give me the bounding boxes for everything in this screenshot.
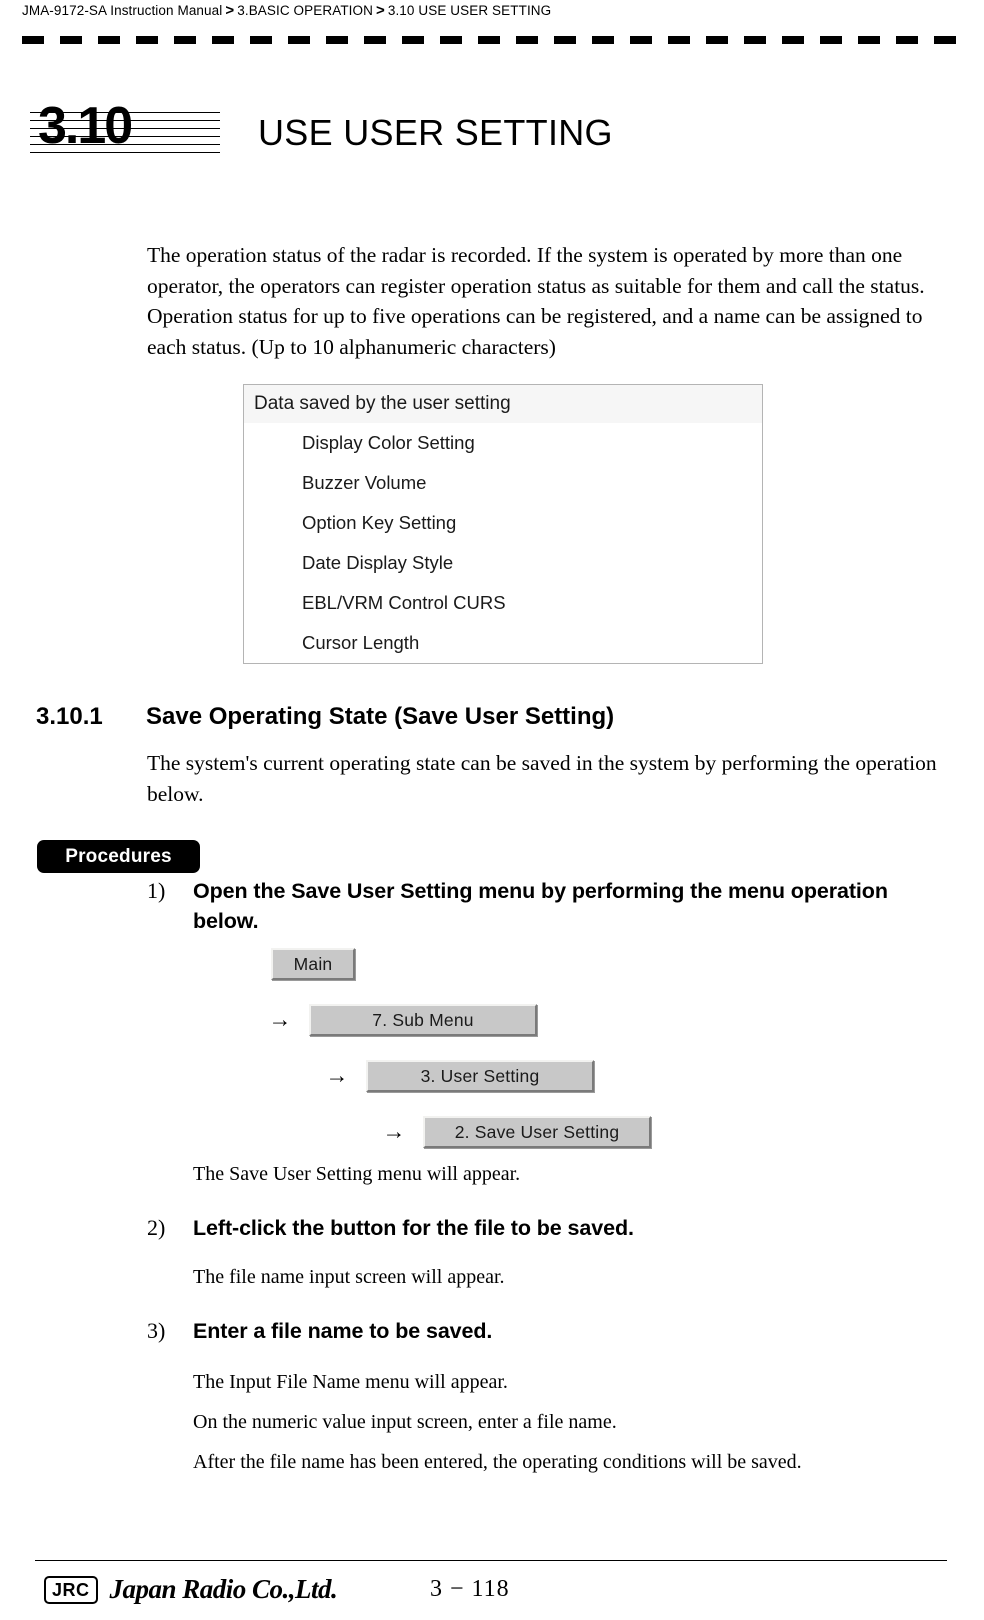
step-text: Left-click the button for the file to be… bbox=[193, 1216, 634, 1240]
menu-button-sub-menu[interactable]: 7. Sub Menu bbox=[309, 1004, 537, 1036]
table-cell-option-key-setting: Option Key Setting bbox=[243, 503, 763, 543]
procedure-step-3: 3) Enter a file name to be saved. bbox=[147, 1316, 937, 1346]
breadcrumb-chapter: 3.BASIC OPERATION bbox=[237, 3, 373, 18]
menu-flow-row-user-setting: → 3. User Setting bbox=[308, 1060, 594, 1092]
table-row: Buzzer Volume bbox=[243, 463, 763, 503]
procedure-step-2: 2) Left-click the button for the file to… bbox=[147, 1213, 937, 1243]
breadcrumb-separator-1: > bbox=[225, 2, 235, 19]
table-row: Date Display Style bbox=[243, 543, 763, 583]
step-marker: 1) bbox=[147, 878, 166, 903]
jrc-logo: JRC Japan Radio Co.,Ltd. bbox=[44, 1574, 338, 1605]
procedure-step-1: 1) Open the Save User Setting menu by pe… bbox=[147, 876, 937, 936]
table-header-cell: Data saved by the user setting bbox=[243, 384, 763, 423]
table-row: Option Key Setting bbox=[243, 503, 763, 543]
saved-data-table: Data saved by the user setting Display C… bbox=[243, 384, 763, 664]
menu-button-user-setting[interactable]: 3. User Setting bbox=[366, 1060, 594, 1092]
table-cell-date-display-style: Date Display Style bbox=[243, 543, 763, 583]
menu-button-main[interactable]: Main bbox=[271, 948, 355, 980]
page-title: USE USER SETTING bbox=[258, 112, 613, 153]
table-row: Display Color Setting bbox=[243, 423, 763, 463]
chapter-header: 3.10 USE USER SETTING bbox=[30, 97, 950, 168]
header-dashed-rule bbox=[22, 36, 968, 44]
note-after-step-1: The Save User Setting menu will appear. bbox=[193, 1163, 521, 1185]
menu-button-save-user-setting[interactable]: 2. Save User Setting bbox=[423, 1116, 651, 1148]
menu-flow-diagram: Main → 7. Sub Menu → 3. User Setting → 2. S… bbox=[193, 948, 953, 1148]
note-after-step-3-b: On the numeric value input screen, enter… bbox=[193, 1411, 617, 1433]
section-number: 3.10.1 bbox=[36, 703, 103, 730]
section-heading: 3.10.1 Save Operating State (Save User Se… bbox=[36, 700, 936, 734]
page-number: 3 − 118 bbox=[430, 1576, 510, 1602]
arrow-right-icon: → bbox=[268, 1007, 292, 1032]
menu-flow-row-sub-menu: → 7. Sub Menu bbox=[251, 1004, 537, 1036]
step-text: Open the Save User Setting menu by perfo… bbox=[193, 879, 888, 933]
procedures-badge: Procedures bbox=[37, 840, 200, 873]
table-header-row: Data saved by the user setting bbox=[243, 384, 763, 423]
table-cell-cursor-length: Cursor Length bbox=[243, 623, 763, 664]
arrow-right-icon: → bbox=[325, 1063, 349, 1088]
breadcrumb: JMA-9172-SA Instruction Manual >3.BASIC O… bbox=[22, 0, 964, 22]
table-row: EBL/VRM Control CURS bbox=[243, 583, 763, 623]
step-text: Enter a file name to be saved. bbox=[193, 1319, 493, 1343]
company-name: Japan Radio Co.,Ltd. bbox=[109, 1574, 338, 1604]
arrow-right-icon: → bbox=[382, 1119, 406, 1144]
page-footer: JRC Japan Radio Co.,Ltd. 3 − 118 bbox=[0, 1550, 984, 1620]
note-after-step-3-c: After the file name has been entered, th… bbox=[193, 1451, 802, 1473]
step-marker: 2) bbox=[147, 1215, 166, 1240]
table-cell-buzzer-volume: Buzzer Volume bbox=[243, 463, 763, 503]
section-paragraph: The system's current operating state can… bbox=[147, 751, 937, 806]
note-after-step-2: The file name input screen will appear. bbox=[193, 1266, 505, 1288]
breadcrumb-section: 3.10 USE USER SETTING bbox=[387, 3, 552, 18]
step-marker: 3) bbox=[147, 1318, 166, 1343]
table-cell-display-color-setting: Display Color Setting bbox=[243, 423, 763, 463]
chapter-number: 3.10 bbox=[38, 97, 133, 155]
table-cell-ebl-vrm-control-curs: EBL/VRM Control CURS bbox=[243, 583, 763, 623]
breadcrumb-separator-2: > bbox=[375, 2, 385, 19]
jrc-mark-icon: JRC bbox=[44, 1575, 98, 1604]
chapter-number-wrap: 3.10 bbox=[30, 97, 220, 168]
menu-flow-row-main: Main bbox=[271, 948, 355, 980]
note-after-step-3-a: The Input File Name menu will appear. bbox=[193, 1371, 508, 1393]
menu-flow-row-save-user-setting: → 2. Save User Setting bbox=[365, 1116, 651, 1148]
section-title: Save Operating State (Save User Setting) bbox=[146, 703, 615, 730]
intro-paragraph: The operation status of the radar is rec… bbox=[147, 243, 925, 359]
table-row: Cursor Length bbox=[243, 623, 763, 664]
footer-rule bbox=[35, 1560, 947, 1561]
breadcrumb-manual: JMA-9172-SA Instruction Manual bbox=[22, 3, 223, 18]
